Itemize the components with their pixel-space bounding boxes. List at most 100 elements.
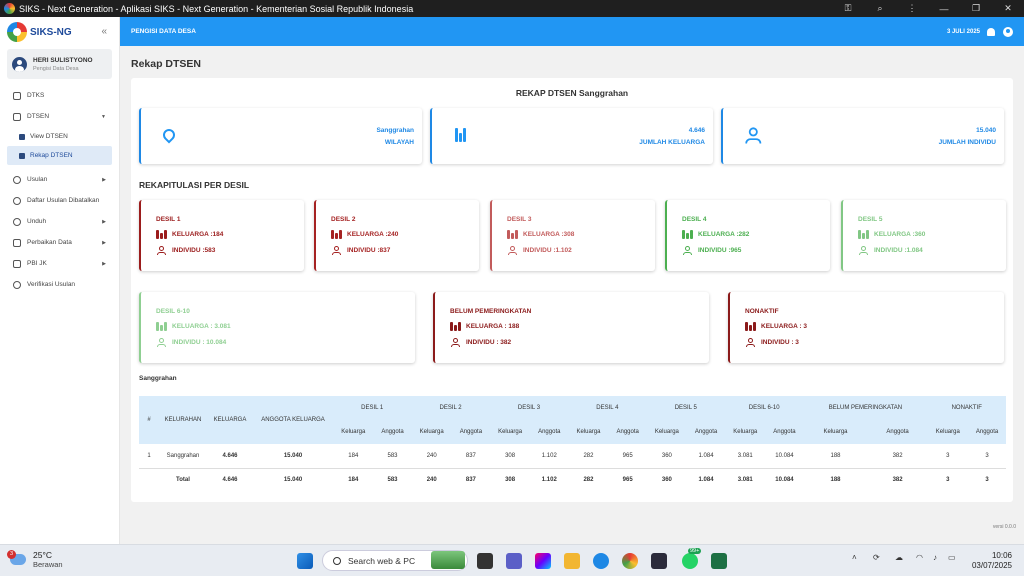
desil-name: NONAKTIF	[745, 308, 779, 315]
sidebar-item-usulan[interactable]: Usulan ▶	[0, 169, 119, 190]
subcol-keluarga: Keluarga	[489, 420, 531, 444]
table-heading: Sanggrahan	[139, 375, 177, 382]
search-icon	[333, 556, 341, 565]
cell-value: 3	[946, 477, 950, 484]
sidebar-item-dtsen[interactable]: DTSEN ▼	[0, 106, 119, 127]
list-icon	[13, 91, 21, 100]
close-button[interactable]: ✕	[992, 3, 1024, 14]
desil-name: BELUM PEMERINGKATAN	[450, 308, 532, 315]
app-logo-icon	[4, 3, 15, 14]
summary-value: 4.646	[688, 127, 705, 134]
subcol-keluarga: Keluarga	[333, 420, 374, 444]
desil-card: DESIL 6-10 KELUARGA : 3.081 INDIVIDU : 1…	[139, 292, 415, 363]
desil-keluarga: KELUARGA :360	[874, 231, 926, 238]
person-icon	[740, 124, 762, 146]
excel-icon[interactable]	[711, 553, 727, 569]
cell-value: 10.084	[765, 444, 804, 469]
cell-value: 240	[411, 444, 452, 469]
weather-desc: Berawan	[33, 560, 63, 569]
person-icon	[745, 338, 756, 347]
account-icon[interactable]	[1003, 26, 1013, 37]
family-icon	[450, 322, 461, 331]
sidebar-item-rekap-dtsen[interactable]: Rekap DTSEN	[7, 146, 112, 165]
sync-icon[interactable]: ⟳	[873, 553, 880, 562]
cell-value: 965	[622, 477, 633, 484]
share-icon	[13, 175, 21, 184]
cell-value: 837	[452, 444, 490, 469]
zoom-icon[interactable]: ⌕	[864, 3, 896, 14]
maximize-button[interactable]: ❐	[960, 3, 992, 14]
cell-keluarga: 4.646	[207, 444, 253, 469]
weather-widget[interactable]: 3 25°C Berawan	[7, 550, 63, 569]
cell-value: 3	[985, 477, 989, 484]
desil-card: NONAKTIF KELUARGA : 3 INDIVIDU : 3	[728, 292, 1004, 363]
chrome-icon[interactable]	[622, 553, 638, 569]
col-group: NONAKTIF	[927, 396, 1006, 420]
user-name: HERI SULISTYONO	[33, 56, 93, 64]
minimize-button[interactable]: —	[928, 4, 960, 14]
subcol-keluarga: Keluarga	[803, 420, 868, 444]
sidebar-item-view-dtsen[interactable]: View DTSEN	[0, 127, 119, 146]
col-kelurahan: KELURAHAN	[159, 396, 207, 444]
subcol-keluarga: Keluarga	[927, 420, 969, 444]
edit-icon	[13, 238, 21, 247]
copilot-icon[interactable]	[535, 553, 551, 569]
version-label: versi 0.0.0	[992, 524, 1016, 530]
clock[interactable]: 10:06 03/07/2025	[972, 551, 1012, 571]
cell-value: 1.084	[687, 444, 725, 469]
view-icon	[19, 133, 25, 140]
sidebar-item-unduh[interactable]: Unduh ▶	[0, 211, 119, 232]
health-icon	[13, 259, 21, 268]
sidebar-item-perbaikan-data[interactable]: Perbaikan Data ▶	[0, 232, 119, 253]
family-icon	[156, 230, 167, 239]
sidebar-item-verifikasi-usulan[interactable]: Verifikasi Usulan	[0, 274, 119, 295]
desil-individu-row: INDIVIDU :1.084	[858, 246, 923, 255]
sidebar-item-dtks[interactable]: DTKS	[0, 85, 119, 106]
desil-keluarga: KELUARGA : 188	[466, 323, 520, 330]
battery-icon[interactable]: ▭	[948, 553, 956, 562]
desil-individu-row: INDIVIDU :1.102	[507, 246, 572, 255]
collapse-sidebar-icon[interactable]: «	[101, 26, 107, 37]
desil-card: DESIL 5 KELUARGA :360 INDIVIDU :1.084	[841, 200, 1006, 271]
teams-icon[interactable]	[506, 553, 522, 569]
windows-start-icon[interactable]	[297, 553, 313, 569]
desil-keluarga-row: KELUARGA :282	[682, 230, 749, 239]
desil-card: BELUM PEMERINGKATAN KELUARGA : 188 INDIV…	[433, 292, 709, 363]
task-view-icon[interactable]	[477, 553, 493, 569]
col-group: DESIL 1	[333, 396, 412, 420]
chevron-up-icon[interactable]: ˄	[852, 553, 857, 562]
whatsapp-icon[interactable]: 99+	[682, 548, 702, 569]
desil-card: DESIL 4 KELUARGA :282 INDIVIDU :965	[665, 200, 830, 271]
sidebar-item-daftar-usulan-dibatalkan[interactable]: Daftar Usulan Dibatalkan	[0, 190, 119, 211]
family-icon	[682, 230, 693, 239]
cancel-icon	[13, 196, 21, 205]
chevron-right-icon: ▶	[102, 218, 106, 225]
cloud-sync-icon[interactable]: ☁	[895, 553, 903, 562]
download-icon	[13, 217, 21, 226]
react-app-icon[interactable]	[651, 553, 667, 569]
file-explorer-icon[interactable]	[564, 553, 580, 569]
cell-value: 308	[489, 444, 531, 469]
cell-value: 360	[646, 444, 688, 469]
subcol-anggota: Anggota	[867, 420, 928, 444]
bell-icon[interactable]	[987, 27, 995, 36]
desil-keluarga: KELUARGA :184	[172, 231, 224, 238]
sidebar-item-pbi-jk[interactable]: PBI JK ▶	[0, 253, 119, 274]
desil-name: DESIL 1	[156, 216, 181, 223]
user-card[interactable]: HERI SULISTYONO Pengisi Data Desa	[7, 49, 112, 79]
avatar	[12, 56, 27, 72]
sidebar-nav: DTKS DTSEN ▼ View DTSEN Rekap DTSEN Usula…	[0, 85, 119, 295]
edge-icon[interactable]	[593, 553, 609, 569]
section-title: REKAPITULASI PER DESIL	[139, 180, 250, 190]
wifi-icon[interactable]: ◠	[916, 553, 923, 562]
desil-individu: INDIVIDU :1.102	[523, 247, 572, 254]
more-icon[interactable]: ⋮	[896, 3, 928, 14]
desil-keluarga-row: KELUARGA : 3.081	[156, 322, 231, 331]
subcol-anggota: Anggota	[765, 420, 804, 444]
desil-individu-row: INDIVIDU :837	[331, 246, 390, 255]
cell-no: 1	[139, 444, 159, 469]
volume-icon[interactable]: ♪	[933, 553, 937, 562]
list-icon	[13, 112, 21, 121]
key-icon[interactable]: ⚿	[832, 3, 864, 14]
desil-individu: INDIVIDU :965	[698, 247, 742, 254]
